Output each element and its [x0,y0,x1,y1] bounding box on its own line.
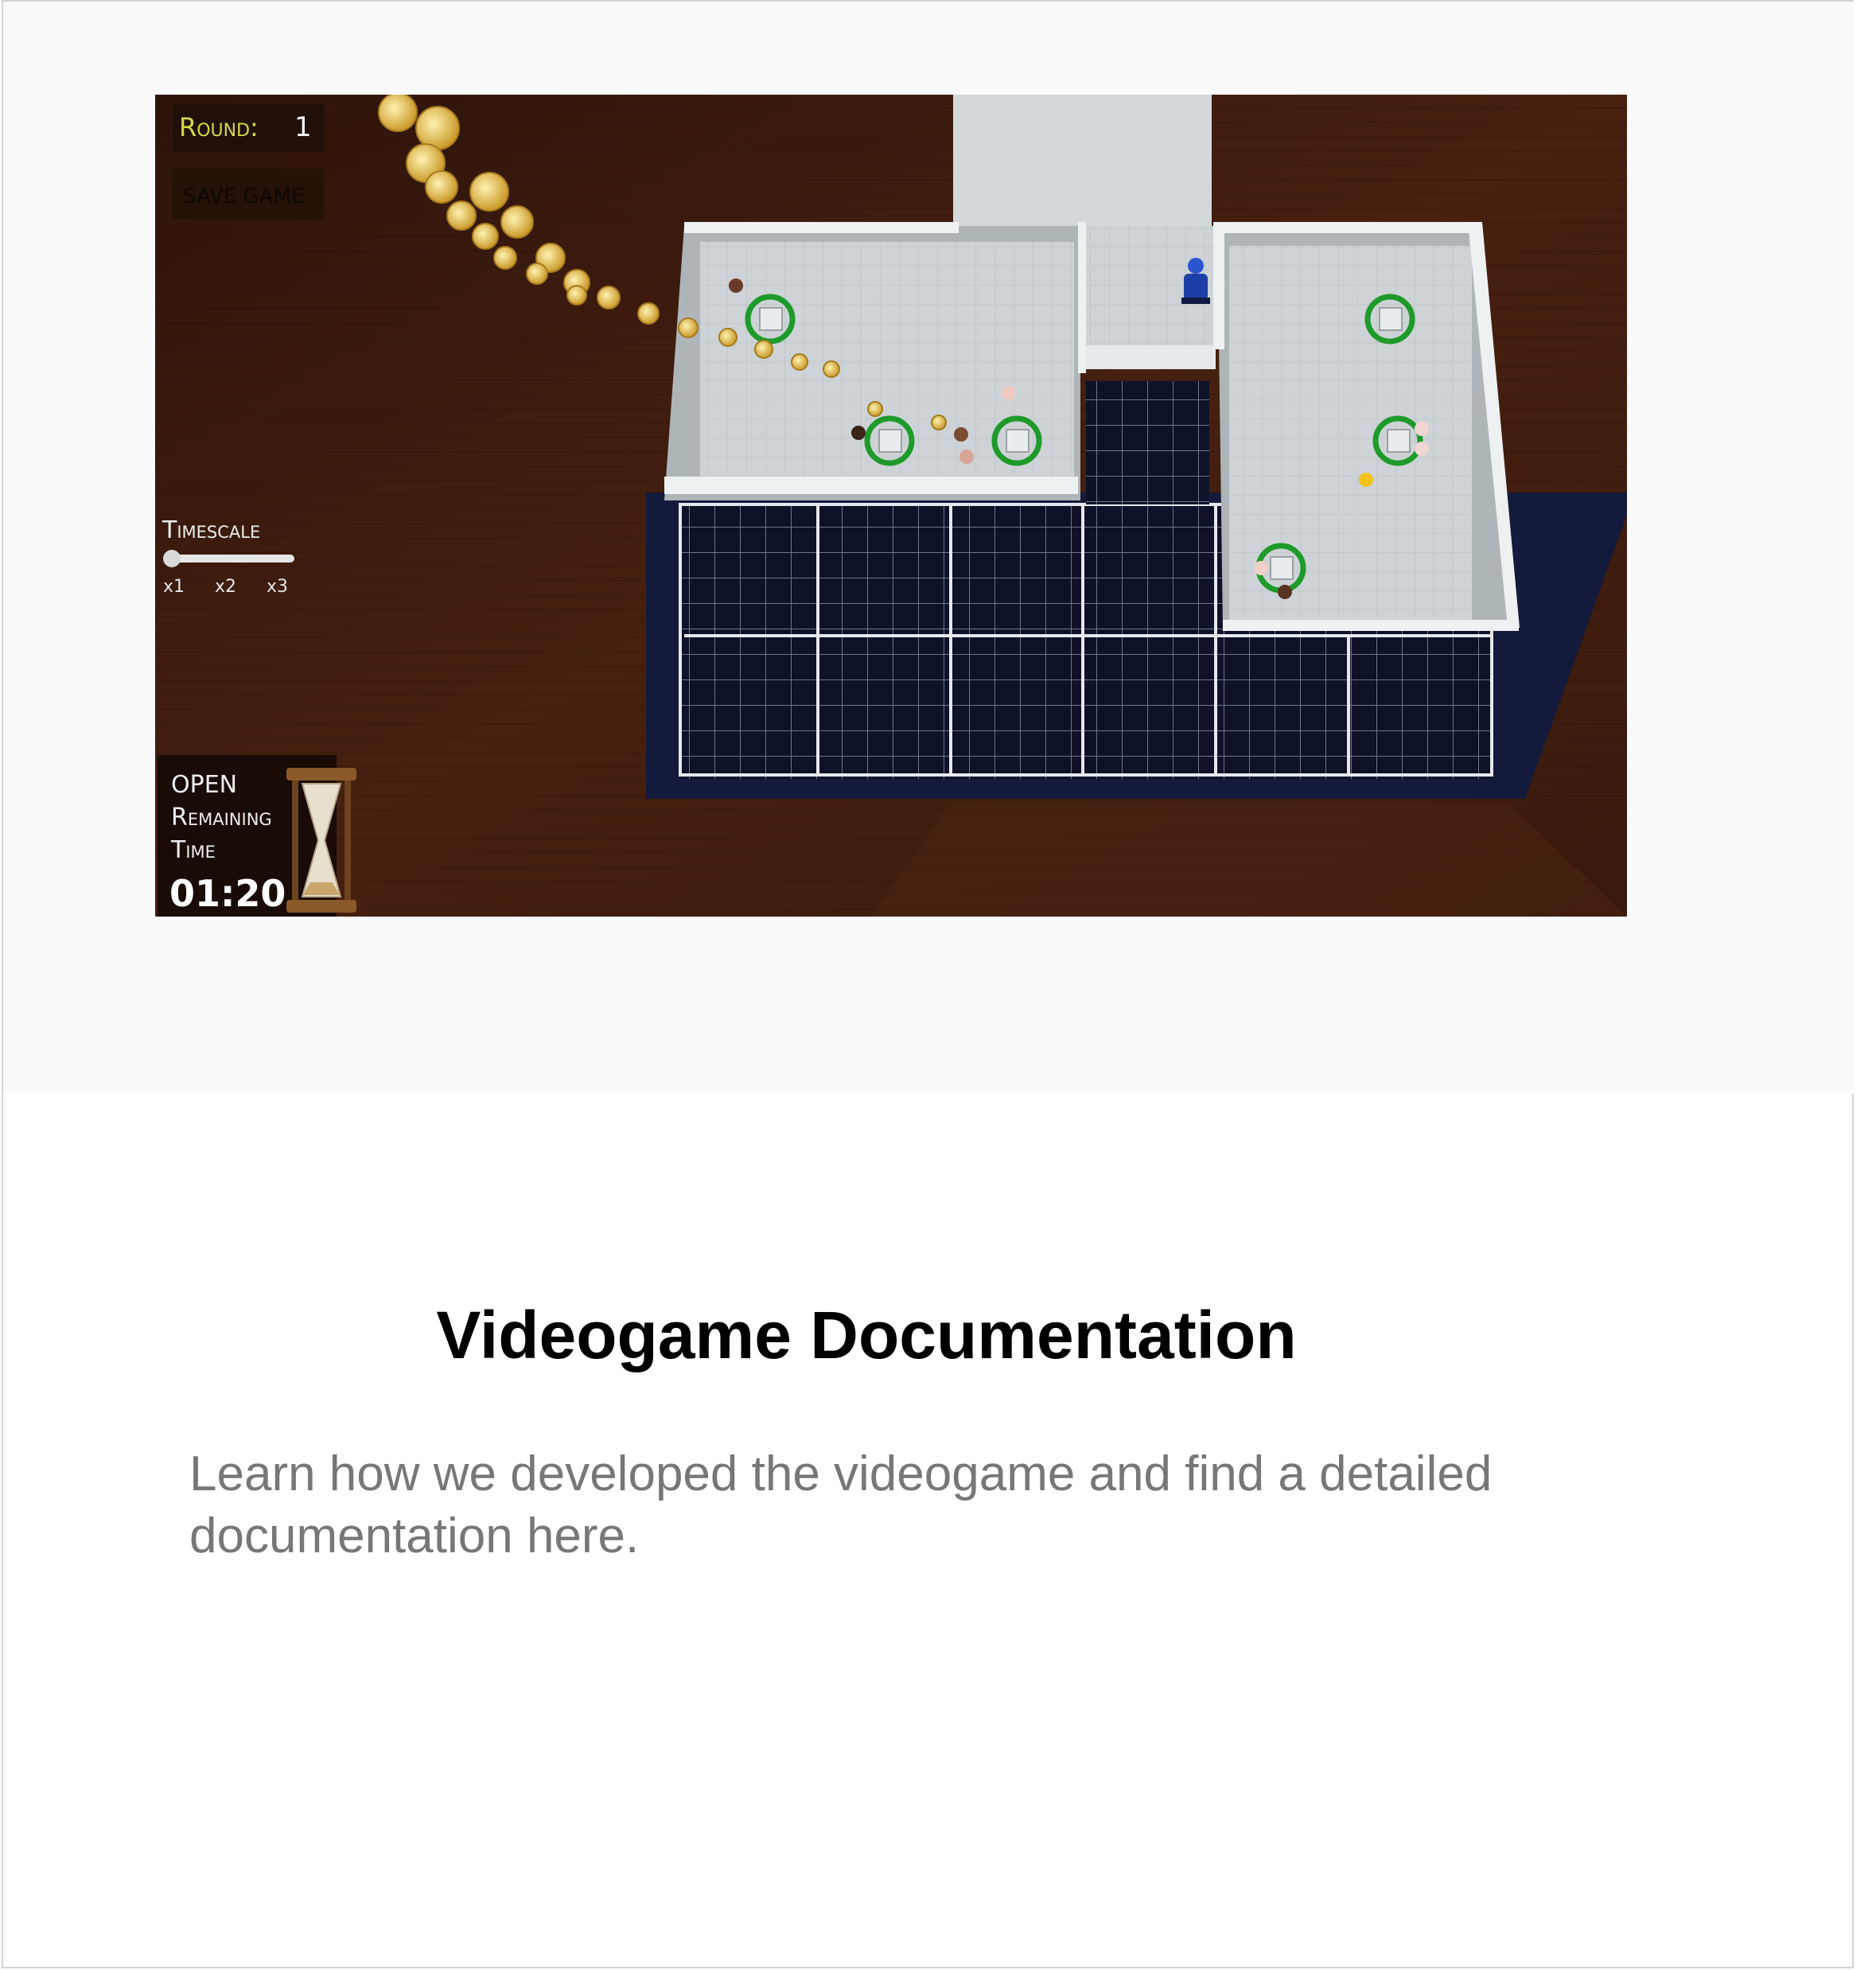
timescale-option-x1[interactable]: x1 [163,577,185,597]
game-screenshot: Round: 1 SAVE GAME Timescale x1 x2 x3 OP… [155,95,1627,917]
documentation-card[interactable]: Round: 1 SAVE GAME Timescale x1 x2 x3 OP… [2,0,1854,1968]
save-game-label: SAVE GAME [183,185,304,208]
timer-value: 01:20 [169,872,286,915]
timer-time-label: Time [170,836,216,864]
timer-remaining-label: Remaining [171,804,272,831]
card-title[interactable]: Videogame Documentation [3,1297,1730,1374]
timescale-option-x2[interactable]: x2 [215,577,236,597]
round-value: 1 [294,111,312,143]
timer-status-label: OPEN [171,771,237,799]
round-label: Round: [179,112,259,142]
card-media: Round: 1 SAVE GAME Timescale x1 x2 x3 OP… [3,2,1854,1093]
card-description: Learn how we developed the videogame and… [189,1446,1493,1563]
save-game-button[interactable]: SAVE GAME [173,169,324,220]
timescale-option-x3[interactable]: x3 [267,577,288,597]
hourglass-icon [286,768,356,913]
timescale-label: Timescale [162,516,260,544]
